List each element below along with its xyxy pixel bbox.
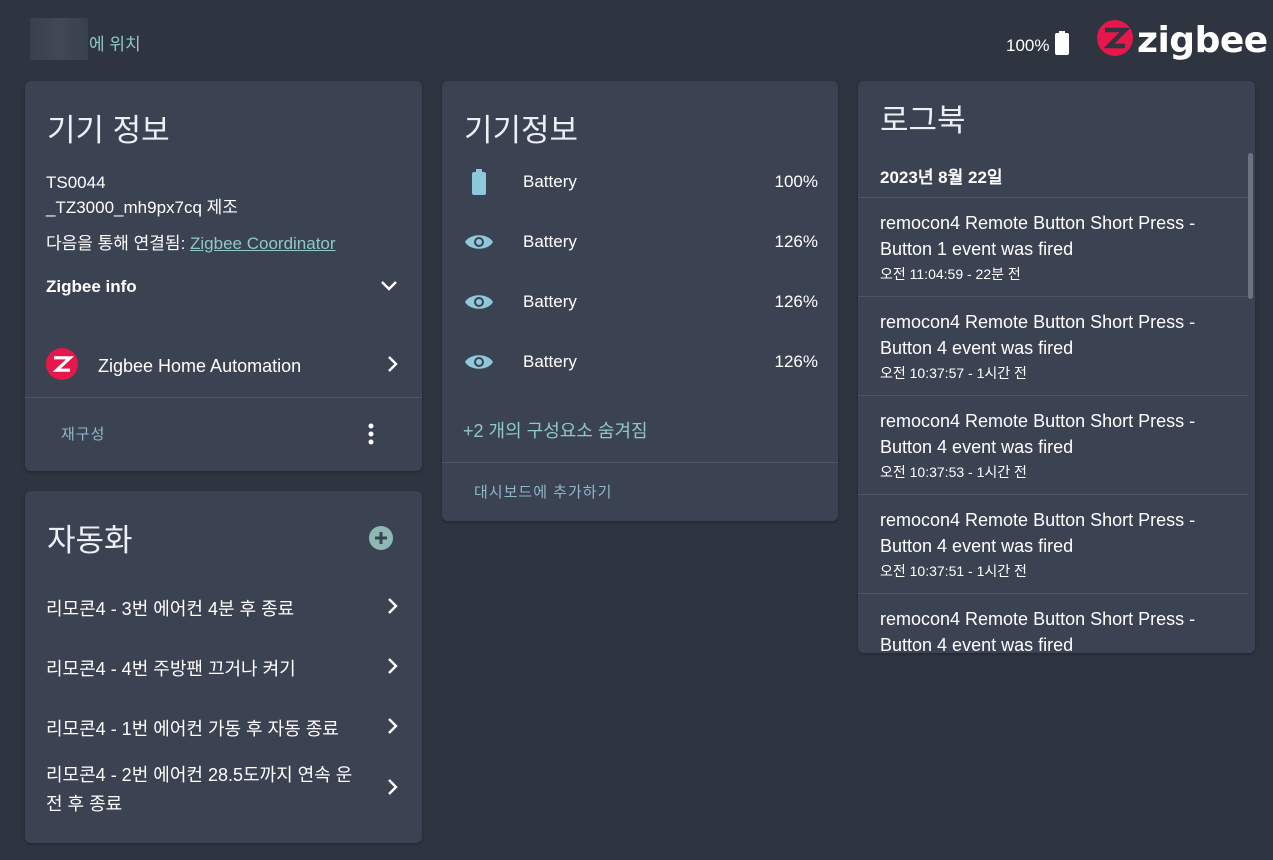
- zha-label: Zigbee Home Automation: [98, 355, 302, 376]
- log-message-line: remocon4 Remote Button Short Press -: [880, 609, 1196, 629]
- divider: [25, 397, 422, 398]
- log-message-line: Button 4 event was fired: [880, 437, 1074, 457]
- area-label[interactable]: 에 위치: [89, 30, 141, 55]
- log-message: remocon4 Remote Button Short Press - But…: [880, 408, 1248, 460]
- chevron-right-icon: [386, 715, 398, 744]
- battery-icon: [462, 169, 496, 195]
- log-message: remocon4 Remote Button Short Press - But…: [880, 507, 1248, 559]
- add-to-dashboard-button[interactable]: 대시보드에 추가하기: [474, 481, 612, 502]
- logbook-entry[interactable]: remocon4 Remote Button Short Press - But…: [858, 296, 1248, 395]
- chevron-down-icon: [380, 277, 398, 297]
- zigbee-logo-icon: [1097, 20, 1133, 61]
- logbook-scrollbar[interactable]: [1248, 153, 1253, 299]
- manufacturer: _TZ3000_mh9px7cq 제조: [46, 198, 238, 217]
- log-time: 오전 10:37:53 - 1시간 전: [880, 464, 1027, 480]
- zigbee-logo: zigbee: [1097, 20, 1268, 61]
- chevron-right-icon: [386, 595, 398, 624]
- log-message-line: remocon4 Remote Button Short Press -: [880, 312, 1196, 332]
- eye-icon: [462, 352, 496, 372]
- connected-via: 다음을 통해 연결됨: Zigbee Coordinator: [46, 229, 336, 254]
- log-message-line: Button 4 event was fired: [880, 536, 1074, 556]
- hidden-entities-link[interactable]: +2 개의 구성요소 숨겨짐: [463, 417, 648, 443]
- device-model: TS0044 _TZ3000_mh9px7cq 제조: [46, 170, 238, 220]
- entity-name: Battery: [523, 232, 577, 251]
- automation-title: 자동화: [47, 523, 133, 558]
- battery-status: 100%: [1006, 31, 1070, 60]
- reconfigure-button[interactable]: 재구성: [61, 423, 105, 444]
- log-message: remocon4 Remote Button Short Press - But…: [880, 210, 1248, 262]
- entity-name: Battery: [523, 292, 577, 311]
- entity-name: Battery: [523, 172, 577, 191]
- battery-icon: [1055, 31, 1070, 60]
- add-automation-button[interactable]: [368, 525, 394, 556]
- logbook-entry[interactable]: remocon4 Remote Button Short Press - But…: [858, 593, 1248, 653]
- coordinator-link[interactable]: Zigbee Coordinator: [190, 234, 336, 253]
- chevron-right-icon: [386, 655, 398, 684]
- logbook-entry[interactable]: remocon4 Remote Button Short Press - But…: [858, 395, 1248, 494]
- logbook-card: 로그북 2023년 8월 22일 remocon4 Remote Button …: [858, 81, 1255, 653]
- automation-item-label: 리모콘4 - 4번 주방팬 끄거나 켜기: [46, 659, 296, 679]
- zha-logo-icon: [46, 347, 78, 385]
- eye-icon: [462, 232, 496, 252]
- logbook-date: 2023년 8월 22일: [880, 168, 1003, 187]
- integration-zha[interactable]: Zigbee Home Automation: [46, 347, 398, 385]
- logbook-entry[interactable]: remocon4 Remote Button Short Press - But…: [858, 494, 1248, 593]
- automation-item[interactable]: 리모콘4 - 2번 에어컨 28.5도까지 연속 운전 후 종료: [46, 761, 398, 819]
- automation-card: 자동화 리모콘4 - 3번 에어컨 4분 후 종료 리모콘4 - 4번 주방팬 …: [25, 491, 422, 843]
- entity-value: 126%: [774, 232, 818, 251]
- zigbee-logo-text: zigbee: [1137, 20, 1268, 61]
- automation-item[interactable]: 리모콘4 - 4번 주방팬 끄거나 켜기: [46, 655, 398, 684]
- device-info-title: 기기 정보: [47, 113, 170, 148]
- eye-icon: [462, 292, 496, 312]
- zigbee-info-label: Zigbee info: [46, 277, 137, 296]
- entity-row[interactable]: Battery 126%: [462, 284, 818, 320]
- entity-row[interactable]: Battery 126%: [462, 224, 818, 260]
- more-options-icon[interactable]: [362, 421, 380, 452]
- log-time: 오전 10:37:57 - 1시간 전: [880, 365, 1027, 381]
- log-message-line: Button 4 event was fired: [880, 635, 1074, 653]
- battery-level: 100%: [1006, 35, 1050, 55]
- entity-row[interactable]: Battery 100%: [462, 164, 818, 200]
- entities-title: 기기정보: [464, 113, 579, 148]
- area-name-redacted[interactable]: [30, 18, 88, 60]
- automation-item[interactable]: 리모콘4 - 3번 에어컨 4분 후 종료: [46, 595, 398, 624]
- logbook-title: 로그북: [880, 103, 966, 138]
- zigbee-info-expander[interactable]: Zigbee info: [46, 277, 398, 297]
- log-message: remocon4 Remote Button Short Press - But…: [880, 606, 1248, 653]
- model-name: TS0044: [46, 173, 106, 192]
- log-message-line: remocon4 Remote Button Short Press -: [880, 213, 1196, 233]
- connected-via-label: 다음을 통해 연결됨:: [46, 234, 191, 253]
- automation-item-label: 리모콘4 - 2번 에어컨 28.5도까지 연속 운전 후 종료: [46, 765, 353, 814]
- divider: [442, 462, 838, 463]
- top-bar: 에 위치 100% zigbee: [0, 0, 1273, 80]
- entity-value: 100%: [774, 172, 818, 191]
- entities-card: 기기정보 Battery 100% Battery 126% Battery 1…: [442, 81, 838, 521]
- entity-value: 126%: [774, 292, 818, 311]
- automation-item-label: 리모콘4 - 1번 에어컨 가동 후 자동 종료: [46, 719, 339, 739]
- entity-name: Battery: [523, 352, 577, 371]
- log-message: remocon4 Remote Button Short Press - But…: [880, 309, 1248, 361]
- log-message-line: Button 1 event was fired: [880, 239, 1074, 259]
- chevron-right-icon: [386, 776, 398, 805]
- log-message-line: remocon4 Remote Button Short Press -: [880, 510, 1196, 530]
- chevron-right-icon: [386, 355, 398, 378]
- log-time: 오전 10:37:51 - 1시간 전: [880, 563, 1027, 579]
- automation-item[interactable]: 리모콘4 - 1번 에어컨 가동 후 자동 종료: [46, 715, 398, 744]
- logbook-list: remocon4 Remote Button Short Press - But…: [858, 197, 1248, 653]
- log-message-line: remocon4 Remote Button Short Press -: [880, 411, 1196, 431]
- entity-value: 126%: [774, 352, 818, 371]
- automation-item-label: 리모콘4 - 3번 에어컨 4분 후 종료: [46, 599, 295, 619]
- device-info-card: 기기 정보 TS0044 _TZ3000_mh9px7cq 제조 다음을 통해 …: [25, 81, 422, 471]
- log-time: 오전 11:04:59 - 22분 전: [880, 266, 1021, 282]
- entity-row[interactable]: Battery 126%: [462, 344, 818, 380]
- logbook-entry[interactable]: remocon4 Remote Button Short Press - But…: [858, 197, 1248, 296]
- log-message-line: Button 4 event was fired: [880, 338, 1074, 358]
